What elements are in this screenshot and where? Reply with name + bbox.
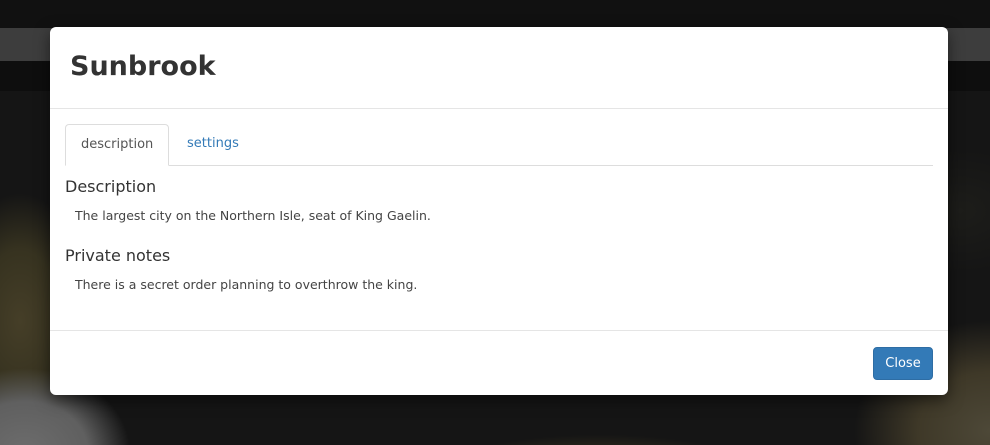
description-heading: Description <box>65 177 157 196</box>
location-modal: Sunbrook description settings Descriptio… <box>50 27 948 395</box>
tab-settings[interactable]: settings <box>172 124 254 166</box>
modal-title: Sunbrook <box>70 51 216 82</box>
tab-description[interactable]: description <box>65 124 170 166</box>
modal-body: description settings Description The lar… <box>50 109 948 329</box>
close-button[interactable]: Close <box>873 347 933 380</box>
tab-bar: description settings <box>65 124 933 166</box>
description-text: The largest city on the Northern Isle, s… <box>75 208 431 223</box>
modal-header: Sunbrook <box>50 27 948 109</box>
modal-footer: Close <box>50 330 948 395</box>
private-notes-heading: Private notes <box>65 246 171 265</box>
private-notes-text: There is a secret order planning to over… <box>75 277 418 292</box>
